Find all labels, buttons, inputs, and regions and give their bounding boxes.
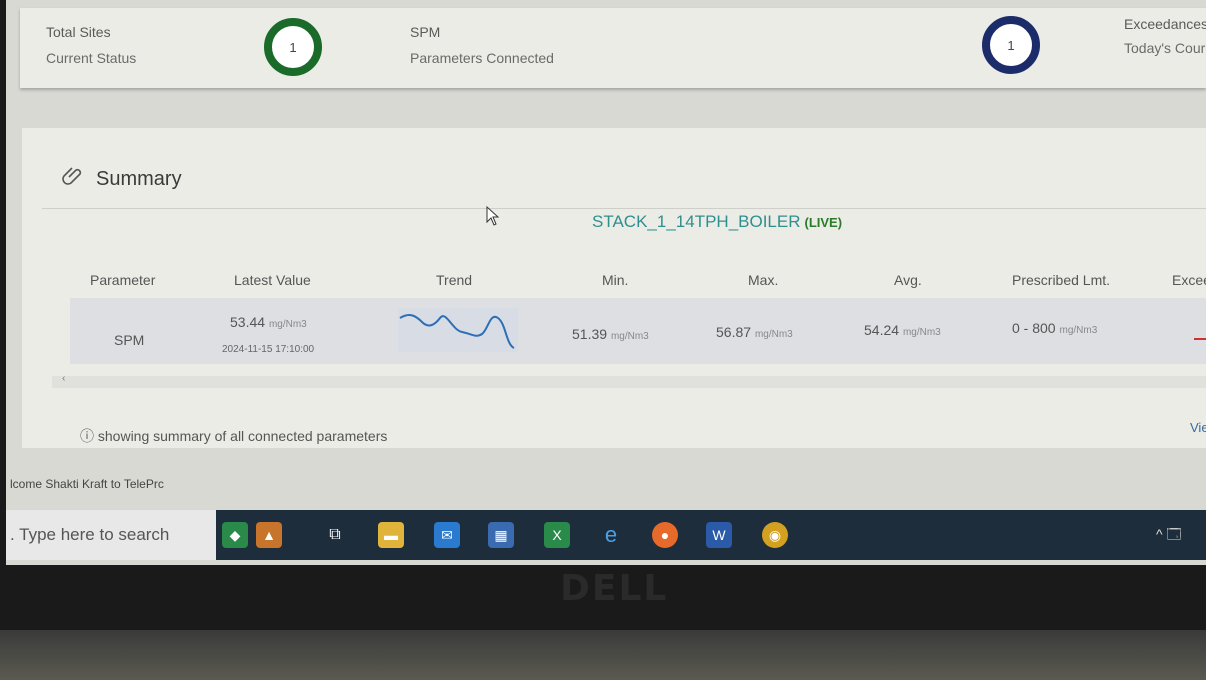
word-icon[interactable]: W (706, 522, 732, 548)
limit-value: 0 - 800 (1012, 320, 1056, 336)
avg-unit: mg/Nm3 (902, 327, 941, 338)
latest-unit: mg/Nm3 (268, 319, 307, 330)
task-view-icon[interactable]: ⧉ (322, 522, 348, 548)
screen: Total Sites Current Status 1 SPM Paramet… (6, 0, 1206, 565)
view-link[interactable]: Vie (1190, 420, 1206, 435)
device-name: STACK_1_14TPH_BOILER (592, 212, 801, 231)
scroll-left-icon[interactable]: ‹ (62, 373, 65, 384)
horizontal-scrollbar[interactable]: ‹ (52, 373, 1206, 388)
desk-area (0, 630, 1206, 680)
todays-count-label: Today's Cour (1124, 40, 1206, 56)
row-parameter: SPM (114, 332, 145, 348)
col-latest-value: Latest Value (234, 272, 311, 288)
excel-icon[interactable]: X (544, 522, 570, 548)
exceedance-indicator (1194, 338, 1206, 340)
col-trend: Trend (436, 272, 473, 288)
taskbar: . Type here to search ◆ ▲ ⧉ ▬ ✉ ▦ X e ● … (6, 510, 1206, 560)
row-timestamp: 2024-11-15 17:10:00 (222, 344, 315, 355)
system-tray[interactable]: ^ 🗔 (1156, 524, 1182, 548)
max-unit: mg/Nm3 (754, 329, 793, 340)
firefox-icon[interactable]: ● (652, 522, 678, 548)
summary-panel: Summary STACK_1_14TPH_BOILER (LIVE) Param… (22, 128, 1206, 448)
peacock-icon[interactable]: ◆ (222, 522, 248, 548)
summary-heading: Summary (62, 164, 182, 194)
total-sites-ring[interactable]: 1 (264, 18, 322, 76)
live-badge: (LIVE) (804, 215, 843, 230)
latest-value: 53.44 (230, 314, 266, 330)
row-min: 51.39 mg/Nm3 (572, 326, 649, 342)
taskbar-search-input[interactable]: . Type here to search (6, 510, 216, 560)
status-strip: Total Sites Current Status 1 SPM Paramet… (20, 8, 1206, 88)
mail-icon[interactable]: ✉ (434, 522, 460, 548)
exceedances-count: 1 (1007, 37, 1015, 53)
col-max: Max. (748, 272, 779, 288)
mouse-cursor-icon (486, 205, 500, 231)
diya-icon[interactable]: ▲ (256, 522, 282, 548)
row-limit: 0 - 800 mg/Nm3 (1012, 320, 1097, 336)
limit-unit: mg/Nm3 (1059, 325, 1098, 336)
browser-status-bar: lcome Shakti Kraft to TelePrc (10, 477, 164, 491)
min-unit: mg/Nm3 (610, 331, 649, 342)
avg-value: 54.24 (864, 322, 900, 338)
parameters-connected-label: Parameters Connected (410, 50, 554, 66)
row-avg: 54.24 mg/Nm3 (864, 322, 941, 338)
note-text: showing summary of all connected paramet… (97, 428, 388, 444)
file-explorer-icon[interactable]: ▬ (378, 522, 404, 548)
max-value: 56.87 (716, 324, 752, 340)
edge-icon[interactable]: e (598, 522, 624, 548)
row-max: 56.87 mg/Nm3 (716, 324, 793, 340)
exceedances-ring[interactable]: 1 (982, 16, 1040, 74)
trend-sparkline[interactable] (398, 308, 518, 357)
summary-note: ⓘ showing summary of all connected param… (80, 426, 387, 446)
total-sites-count: 1 (289, 39, 297, 55)
col-avg: Avg. (894, 272, 922, 288)
min-value: 51.39 (572, 326, 608, 342)
current-status-label: Current Status (46, 50, 137, 66)
chrome-icon[interactable]: ◉ (762, 522, 788, 548)
total-sites-label: Total Sites (46, 24, 111, 40)
col-parameter: Parameter (90, 272, 156, 288)
col-exceedance: Excee (1172, 272, 1206, 288)
summary-divider (42, 208, 1206, 209)
col-min: Min. (602, 272, 629, 288)
device-title[interactable]: STACK_1_14TPH_BOILER (LIVE) (592, 212, 842, 232)
param-name: SPM (410, 24, 441, 40)
col-prescribed-limit: Prescribed Lmt. (1012, 272, 1111, 288)
summary-title: Summary (96, 167, 182, 190)
row-latest-value: 53.44 mg/Nm3 (230, 314, 307, 330)
monitor-brand-logo: DELL (560, 568, 669, 609)
exceedances-label: Exceedances (1124, 16, 1206, 32)
paperclip-icon (62, 164, 86, 194)
info-icon: ⓘ (80, 428, 94, 444)
store-icon[interactable]: ▦ (488, 522, 514, 548)
